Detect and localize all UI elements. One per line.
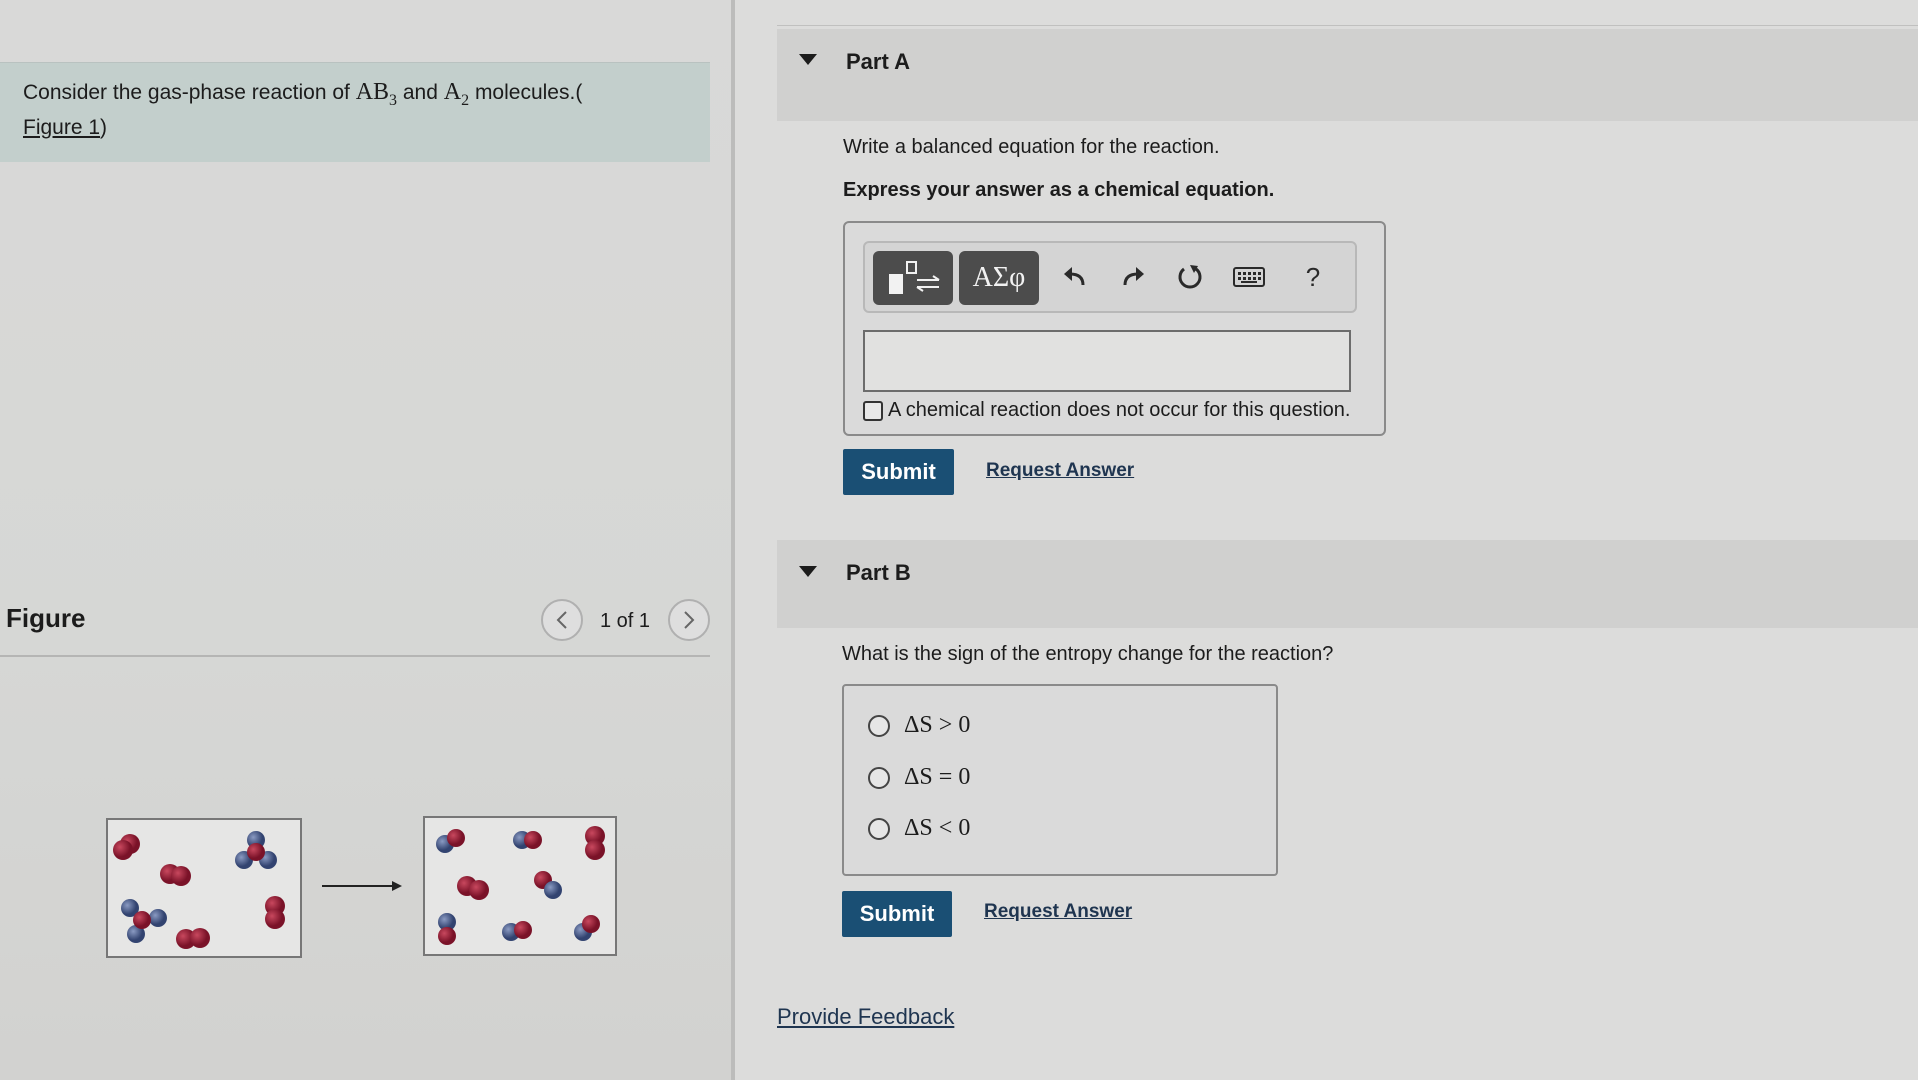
keyboard-icon	[1233, 267, 1265, 287]
equation-answer-box: ΑΣφ ? A chemical reaction does not occur…	[843, 221, 1386, 436]
part-b-request-answer-link[interactable]: Request Answer	[984, 901, 1132, 923]
undo-icon	[1064, 267, 1085, 286]
radio-button[interactable]	[868, 766, 890, 789]
part-a-question: Write a balanced equation for the reacti…	[843, 136, 1220, 158]
reactant-molecules-image	[113, 831, 285, 949]
intro-conjunction: and	[397, 81, 444, 104]
keyboard-button[interactable]	[1229, 257, 1269, 297]
equation-input[interactable]	[863, 330, 1351, 392]
molecule-a2-subscript: 2	[461, 91, 470, 109]
left-panel: Consider the gas-phase reaction of AB3 a…	[0, 0, 733, 1080]
reset-icon	[1178, 265, 1202, 289]
part-a-request-answer-link[interactable]: Request Answer	[986, 460, 1134, 482]
reaction-arrow-icon	[322, 881, 402, 891]
option-label[interactable]: ΔS > 0	[904, 712, 970, 739]
figure-header: Figure 1 of 1	[0, 595, 710, 657]
part-b-title: Part B	[846, 560, 911, 585]
intro-prefix: Consider the gas-phase reaction of	[23, 81, 356, 104]
molecule-ab3-subscript: 3	[389, 91, 398, 109]
option-negative[interactable]: ΔS < 0	[868, 815, 970, 842]
molecule-a2: A2	[443, 79, 469, 109]
option-label[interactable]: ΔS = 0	[904, 764, 970, 791]
product-molecules-image	[436, 826, 605, 945]
page-indicator: 1 of 1	[600, 610, 651, 632]
figure-title: Figure	[6, 603, 86, 633]
equation-toolbar: ΑΣφ ?	[863, 241, 1357, 313]
collapse-triangle-icon[interactable]	[799, 566, 817, 577]
problem-intro: Consider the gas-phase reaction of AB3 a…	[0, 62, 710, 162]
chevron-right-icon	[684, 611, 695, 629]
reactants-figure	[106, 818, 302, 958]
greek-symbols-button[interactable]: ΑΣφ	[959, 251, 1039, 305]
panel-divider[interactable]	[731, 0, 735, 1080]
reset-button[interactable]	[1170, 257, 1210, 297]
chevron-left-icon	[556, 611, 567, 629]
help-button[interactable]: ?	[1293, 257, 1333, 297]
radio-button[interactable]	[868, 714, 890, 737]
products-figure	[423, 816, 617, 956]
redo-icon	[1123, 267, 1144, 286]
entropy-options-box: ΔS > 0 ΔS = 0 ΔS < 0	[842, 684, 1278, 876]
part-b-submit-button[interactable]: Submit	[842, 891, 952, 937]
no-reaction-row[interactable]: A chemical reaction does not occur for t…	[863, 399, 1350, 422]
no-reaction-checkbox[interactable]	[863, 400, 883, 421]
option-label[interactable]: ΔS < 0	[904, 815, 970, 842]
template-icon	[889, 261, 940, 294]
molecule-a2-symbol: A	[443, 79, 462, 105]
template-button[interactable]	[873, 251, 953, 305]
intro-suffix: molecules.(	[469, 81, 583, 104]
prev-figure-button[interactable]	[541, 599, 583, 641]
provide-feedback-link[interactable]: Provide Feedback	[777, 1004, 954, 1030]
radio-button[interactable]	[868, 817, 890, 840]
collapse-triangle-icon[interactable]	[799, 54, 817, 65]
part-a-header[interactable]: Part A	[777, 29, 1918, 121]
option-positive[interactable]: ΔS > 0	[868, 712, 970, 739]
part-a-submit-button[interactable]: Submit	[843, 449, 954, 495]
part-a-instruction: Express your answer as a chemical equati…	[843, 179, 1275, 201]
top-rule	[777, 25, 1918, 26]
intro-close: )	[100, 115, 108, 139]
redo-button[interactable]	[1113, 257, 1153, 297]
part-b-question: What is the sign of the entropy change f…	[842, 643, 1334, 665]
option-zero[interactable]: ΔS = 0	[868, 764, 970, 791]
molecule-ab3-symbol: AB	[355, 79, 390, 105]
part-a-title: Part A	[846, 49, 910, 74]
no-reaction-label[interactable]: A chemical reaction does not occur for t…	[888, 399, 1350, 422]
figure-link[interactable]: Figure 1	[23, 116, 100, 139]
next-figure-button[interactable]	[668, 599, 710, 641]
part-b-header[interactable]: Part B	[777, 540, 1918, 628]
molecule-ab3: AB3	[355, 79, 397, 109]
undo-button[interactable]	[1055, 257, 1095, 297]
